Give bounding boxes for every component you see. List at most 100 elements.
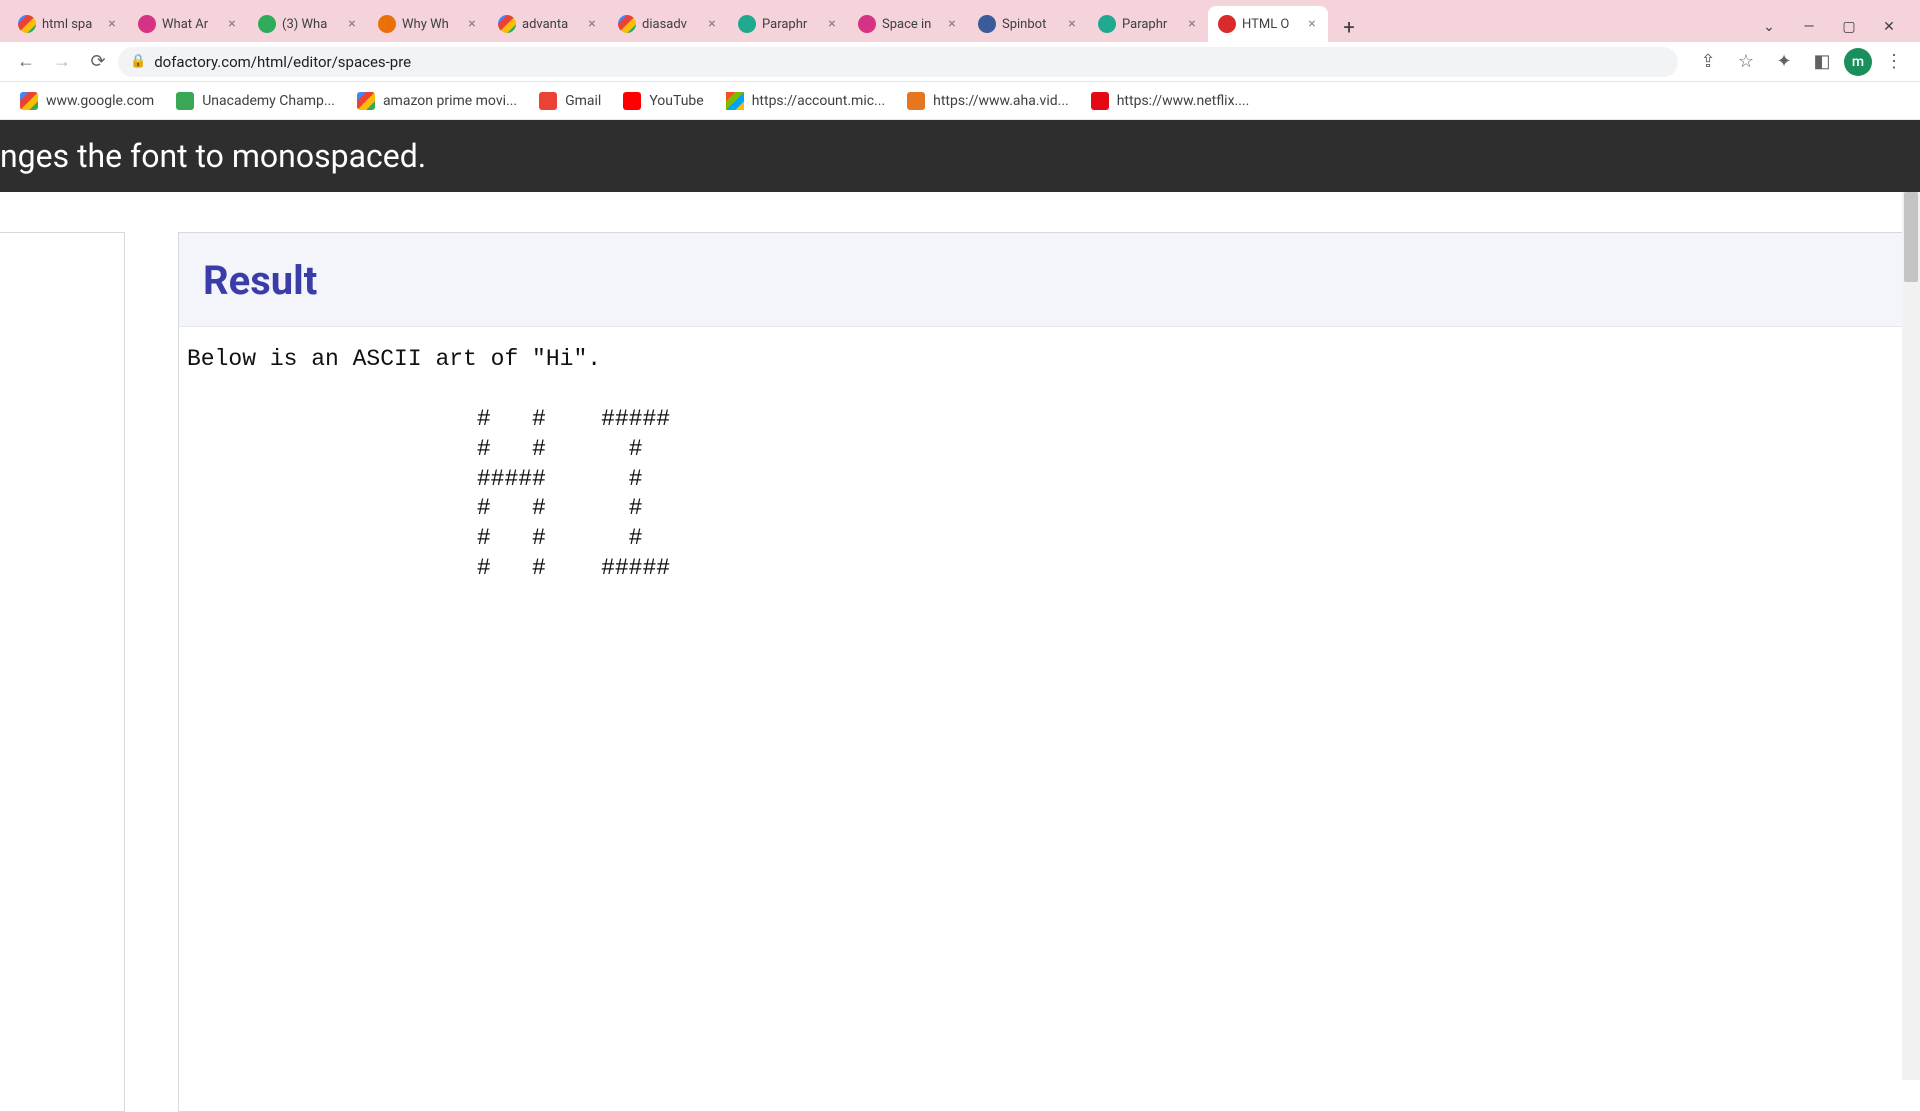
- maximize-button[interactable]: ▢: [1834, 12, 1864, 42]
- close-icon[interactable]: ×: [104, 16, 120, 32]
- bookmark-item[interactable]: YouTube: [615, 88, 711, 114]
- browser-toolbar: ← → ⟳ 🔒 dofactory.com/html/editor/spaces…: [0, 42, 1920, 82]
- bookmark-favicon-icon: [20, 92, 38, 110]
- result-header: Result: [179, 233, 1920, 327]
- bookmark-item[interactable]: www.google.com: [12, 88, 162, 114]
- bookmark-item[interactable]: https://account.mic...: [718, 88, 893, 114]
- bookmark-item[interactable]: Gmail: [531, 88, 609, 114]
- bookmark-favicon-icon: [726, 92, 744, 110]
- tab-favicon-icon: [858, 15, 876, 33]
- bookmark-favicon-icon: [176, 92, 194, 110]
- lock-icon: 🔒: [130, 54, 146, 69]
- close-window-button[interactable]: ✕: [1874, 12, 1904, 42]
- bookmark-label: amazon prime movi...: [383, 93, 517, 109]
- bookmark-favicon-icon: [1091, 92, 1109, 110]
- back-button[interactable]: ←: [10, 46, 42, 78]
- tab-title: Why Wh: [402, 17, 458, 32]
- tab-title: Spinbot: [1002, 17, 1058, 32]
- bookmark-label: https://account.mic...: [752, 93, 885, 109]
- tab-favicon-icon: [1098, 15, 1116, 33]
- browser-tab[interactable]: Why Wh ×: [368, 6, 488, 42]
- tab-favicon-icon: [978, 15, 996, 33]
- browser-tab[interactable]: Paraphr ×: [1088, 6, 1208, 42]
- bookmark-favicon-icon: [539, 92, 557, 110]
- tab-title: advanta: [522, 17, 578, 32]
- browser-tab[interactable]: html spa ×: [8, 6, 128, 42]
- tab-favicon-icon: [138, 15, 156, 33]
- address-bar[interactable]: 🔒 dofactory.com/html/editor/spaces-pre: [118, 47, 1678, 77]
- banner-text: nges the font to monospaced.: [0, 137, 426, 175]
- bookmark-label: https://www.aha.vid...: [933, 93, 1069, 109]
- reload-button[interactable]: ⟳: [82, 46, 114, 78]
- bookmark-label: https://www.netflix....: [1117, 93, 1250, 109]
- browser-tab[interactable]: Spinbot ×: [968, 6, 1088, 42]
- tab-title: Space in: [882, 17, 938, 32]
- bookmark-favicon-icon: [623, 92, 641, 110]
- chevron-down-icon[interactable]: ⌄: [1754, 12, 1784, 42]
- tab-title: What Ar: [162, 17, 218, 32]
- tab-favicon-icon: [738, 15, 756, 33]
- bookmark-item[interactable]: https://www.netflix....: [1083, 88, 1258, 114]
- result-body: Below is an ASCII art of "Hi". # # #####…: [179, 327, 1920, 602]
- close-icon[interactable]: ×: [344, 16, 360, 32]
- minimize-button[interactable]: —: [1794, 12, 1824, 42]
- new-tab-button[interactable]: +: [1334, 12, 1364, 42]
- browser-tab[interactable]: Paraphr ×: [728, 6, 848, 42]
- tab-title: Paraphr: [1122, 17, 1178, 32]
- close-icon[interactable]: ×: [944, 16, 960, 32]
- tab-favicon-icon: [258, 15, 276, 33]
- bookmark-item[interactable]: https://www.aha.vid...: [899, 88, 1077, 114]
- result-panel: Result Below is an ASCII art of "Hi". # …: [178, 232, 1920, 1112]
- pre-output: Below is an ASCII art of "Hi". # # #####…: [187, 345, 1912, 584]
- tab-title: diasadv: [642, 17, 698, 32]
- tab-title: (3) Wha: [282, 17, 338, 32]
- bookmark-favicon-icon: [357, 92, 375, 110]
- browser-tab-strip: html spa × What Ar × (3) Wha × Why Wh × advanta ×…: [0, 0, 1920, 42]
- tab-favicon-icon: [1218, 15, 1236, 33]
- tab-title: html spa: [42, 17, 98, 32]
- tab-favicon-icon: [18, 15, 36, 33]
- kebab-menu-icon[interactable]: ⋮: [1878, 46, 1910, 78]
- close-icon[interactable]: ×: [824, 16, 840, 32]
- bookmark-favicon-icon: [907, 92, 925, 110]
- browser-tab[interactable]: diasadv ×: [608, 6, 728, 42]
- browser-tab[interactable]: advanta ×: [488, 6, 608, 42]
- vertical-scrollbar[interactable]: [1902, 192, 1920, 1080]
- result-title: Result: [203, 257, 1896, 304]
- extensions-icon[interactable]: ✦: [1768, 46, 1800, 78]
- avatar-letter: m: [1852, 54, 1864, 70]
- tab-favicon-icon: [618, 15, 636, 33]
- close-icon[interactable]: ×: [704, 16, 720, 32]
- side-panel-icon[interactable]: ◧: [1806, 46, 1838, 78]
- browser-tab[interactable]: (3) Wha ×: [248, 6, 368, 42]
- close-icon[interactable]: ×: [464, 16, 480, 32]
- close-icon[interactable]: ×: [224, 16, 240, 32]
- bookmark-star-icon[interactable]: ☆: [1730, 46, 1762, 78]
- url-text: dofactory.com/html/editor/spaces-pre: [154, 53, 411, 71]
- close-icon[interactable]: ×: [584, 16, 600, 32]
- browser-tab[interactable]: What Ar ×: [128, 6, 248, 42]
- tab-favicon-icon: [378, 15, 396, 33]
- bookmark-item[interactable]: Unacademy Champ...: [168, 88, 343, 114]
- editor-panel[interactable]: [0, 232, 125, 1112]
- share-icon[interactable]: ⇪: [1692, 46, 1724, 78]
- tab-title: Paraphr: [762, 17, 818, 32]
- bookmarks-bar: www.google.com Unacademy Champ... amazon p…: [0, 82, 1920, 120]
- bookmark-label: Gmail: [565, 93, 601, 109]
- bookmark-label: Unacademy Champ...: [202, 93, 335, 109]
- browser-tab[interactable]: HTML O ×: [1208, 6, 1328, 42]
- tab-favicon-icon: [498, 15, 516, 33]
- close-icon[interactable]: ×: [1184, 16, 1200, 32]
- content-area: Result Below is an ASCII art of "Hi". # …: [0, 192, 1920, 1080]
- close-icon[interactable]: ×: [1064, 16, 1080, 32]
- scrollbar-thumb[interactable]: [1904, 192, 1918, 282]
- bookmark-item[interactable]: amazon prime movi...: [349, 88, 525, 114]
- tab-title: HTML O: [1242, 17, 1298, 32]
- profile-avatar[interactable]: m: [1844, 48, 1872, 76]
- page-banner: nges the font to monospaced.: [0, 120, 1920, 192]
- close-icon[interactable]: ×: [1304, 16, 1320, 32]
- bookmark-label: www.google.com: [46, 93, 154, 109]
- bookmark-label: YouTube: [649, 93, 703, 109]
- forward-button[interactable]: →: [46, 46, 78, 78]
- browser-tab[interactable]: Space in ×: [848, 6, 968, 42]
